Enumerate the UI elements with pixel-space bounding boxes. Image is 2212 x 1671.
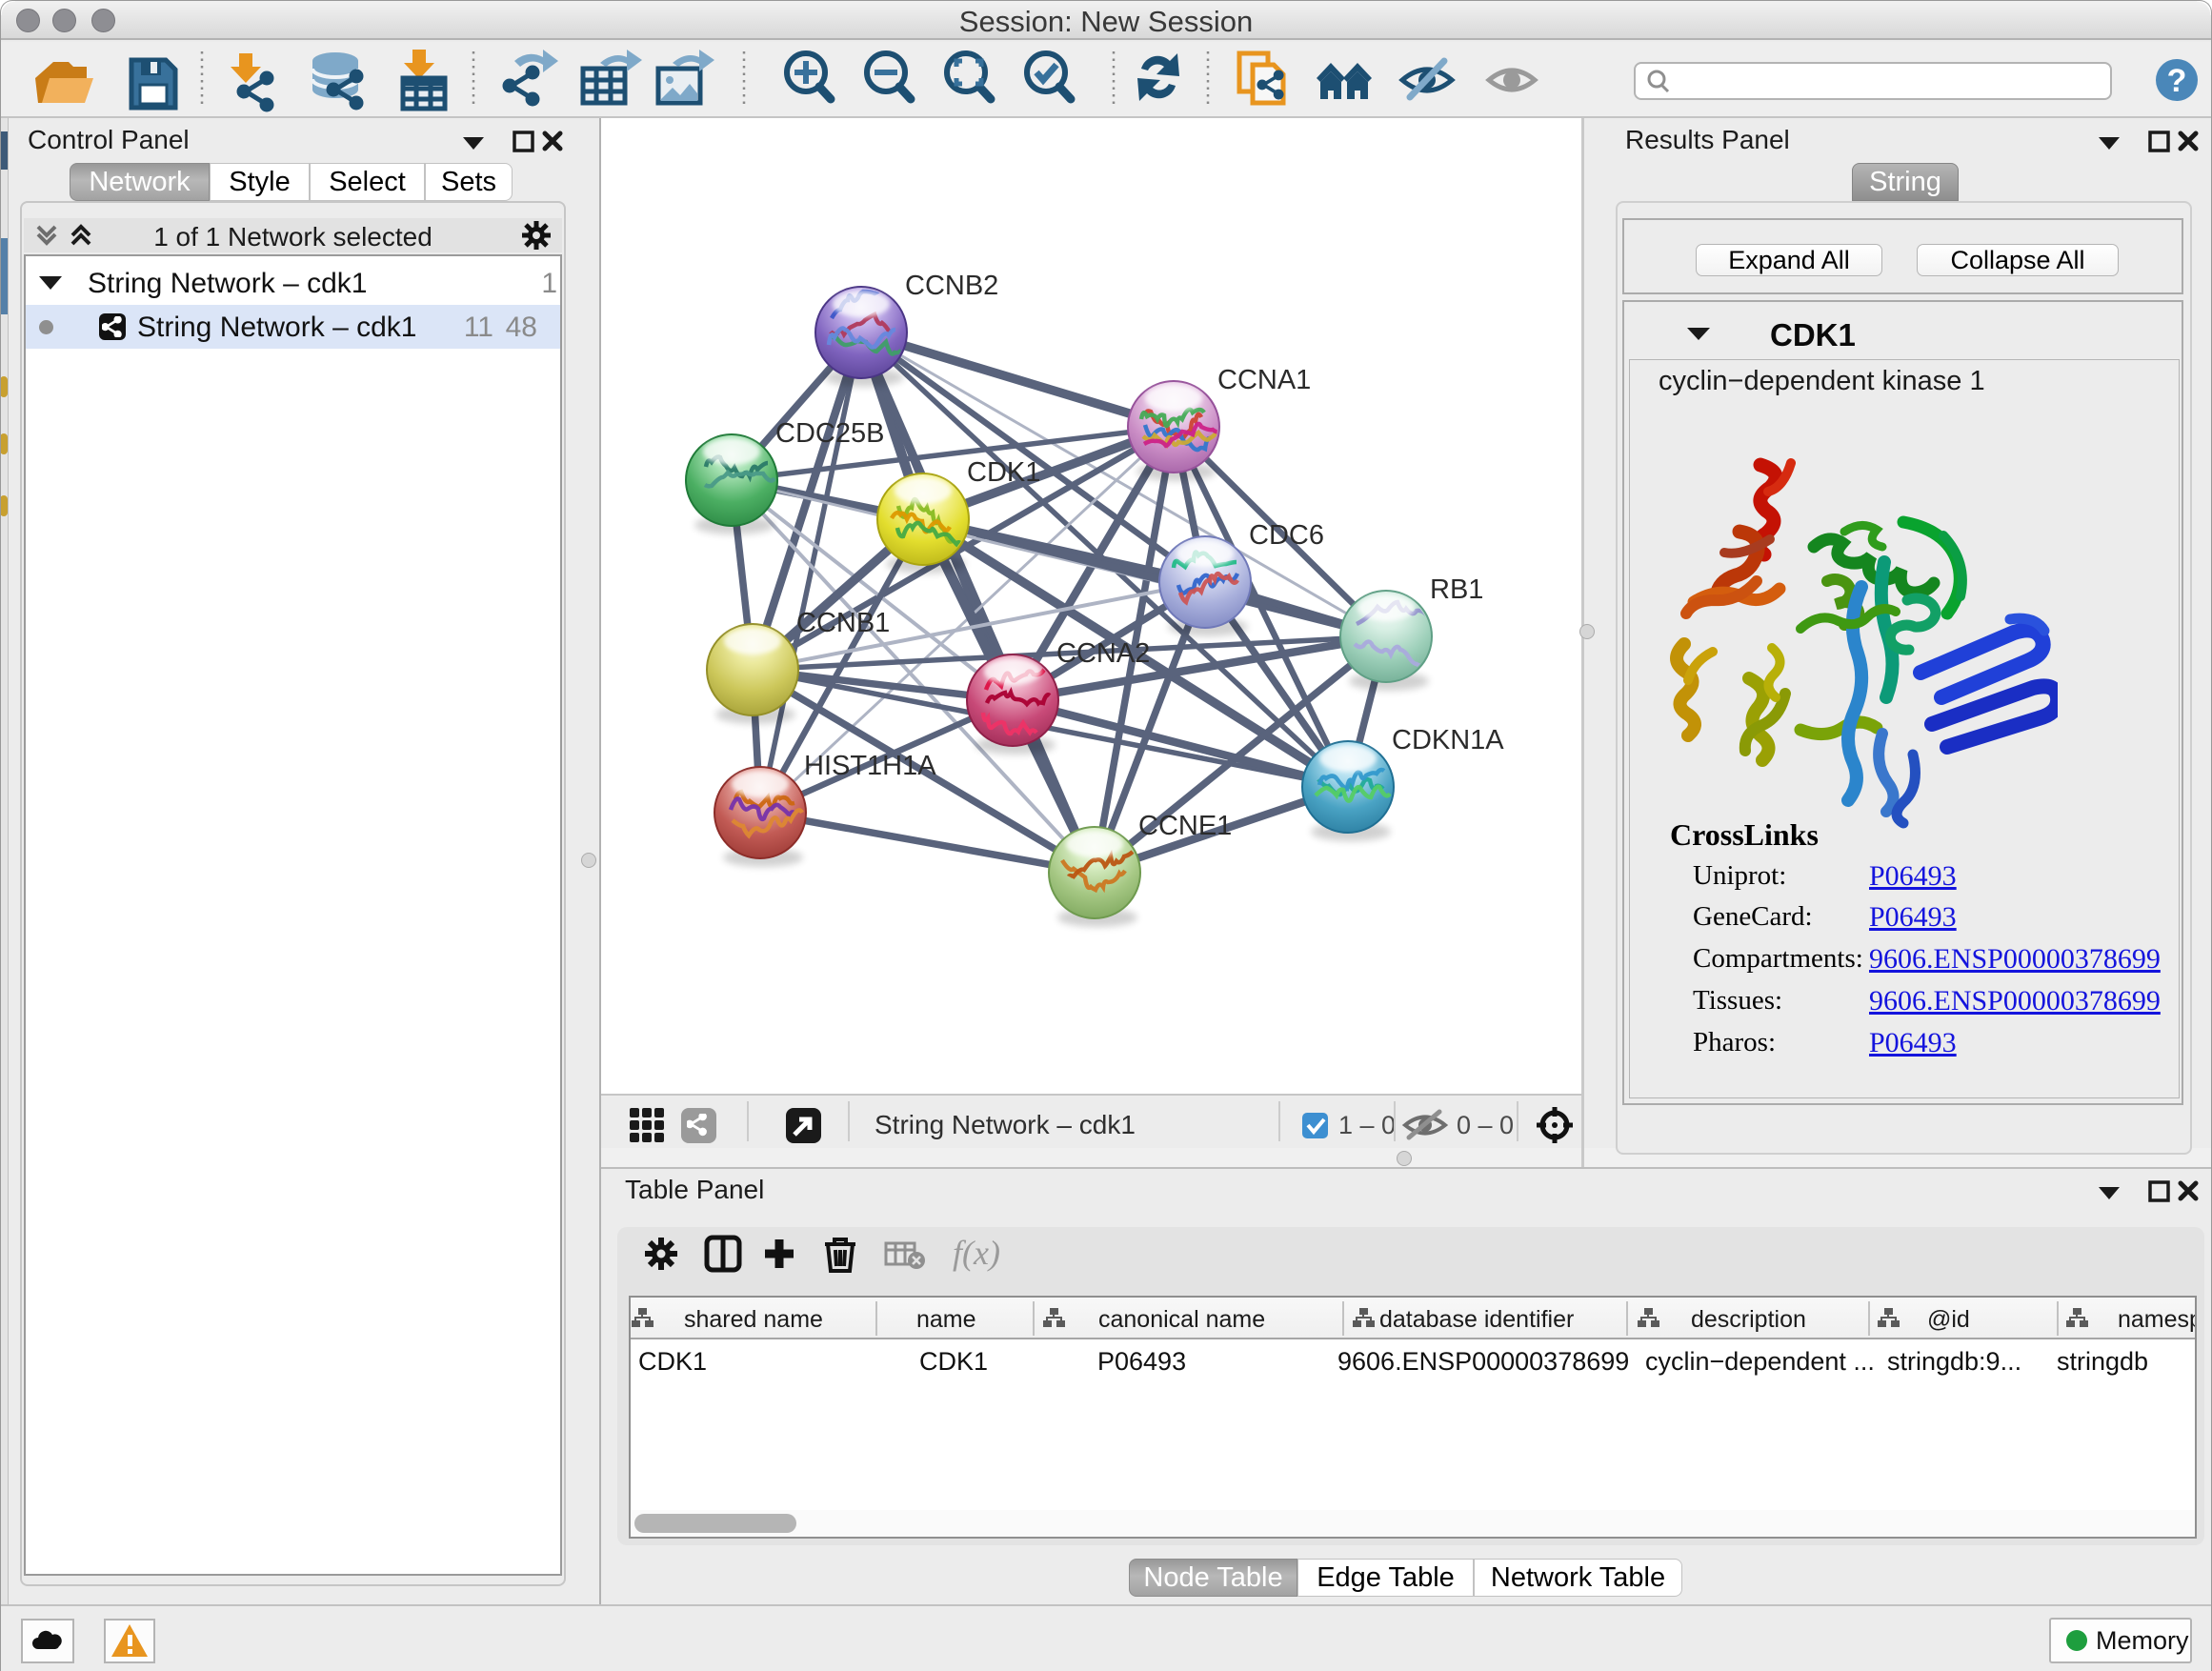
svg-text:CCNE1: CCNE1 xyxy=(1138,811,1232,841)
svg-text:f(x): f(x) xyxy=(953,1234,1000,1272)
svg-text:namespac: namespac xyxy=(2118,1306,2195,1333)
svg-text:?: ? xyxy=(2167,63,2187,99)
svg-text:0 – 0: 0 – 0 xyxy=(1457,1111,1514,1139)
svg-text:CDC25B: CDC25B xyxy=(775,418,884,449)
svg-text:RB1: RB1 xyxy=(1430,574,1483,605)
svg-text:name: name xyxy=(916,1306,976,1333)
svg-text:1 – 0: 1 – 0 xyxy=(1338,1111,1396,1139)
svg-text:CCNA2: CCNA2 xyxy=(1056,638,1150,669)
svg-text:CDK1: CDK1 xyxy=(967,457,1040,488)
svg-text:description: description xyxy=(1691,1306,1806,1333)
svg-text:database identifier: database identifier xyxy=(1379,1306,1574,1333)
svg-text:CCNB1: CCNB1 xyxy=(796,608,890,638)
svg-text:String Network – cdk1: String Network – cdk1 xyxy=(875,1110,1136,1139)
svg-text:CCNA1: CCNA1 xyxy=(1217,365,1311,395)
svg-text:shared name: shared name xyxy=(684,1306,823,1333)
svg-text:CDC6: CDC6 xyxy=(1249,520,1324,551)
svg-text:CCNB2: CCNB2 xyxy=(905,271,998,301)
svg-text:HIST1H1A: HIST1H1A xyxy=(804,751,936,781)
svg-text:@id: @id xyxy=(1927,1306,1970,1333)
svg-text:canonical name: canonical name xyxy=(1098,1306,1265,1333)
svg-text:CDKN1A: CDKN1A xyxy=(1392,725,1504,755)
